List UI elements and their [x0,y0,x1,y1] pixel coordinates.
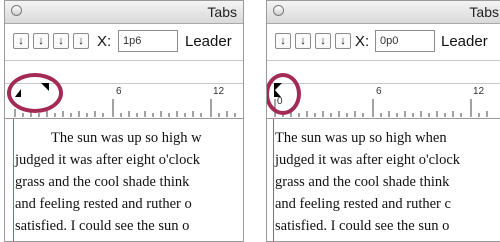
indent-guide-line [273,119,274,241]
x-position-label: X: [97,33,112,50]
tab-ruler[interactable]: 6 12 [5,61,243,121]
leader-label: Leader [441,33,488,50]
leader-label: Leader [185,33,232,50]
text-line: The sun was up so high when [275,130,447,146]
text-line: The sun was up so high w [51,130,202,146]
title-bar: Tabs [267,1,500,24]
sample-text: The sun was up so high when judged it wa… [275,127,500,237]
tabs-panel-before: Tabs ↓ ↓ ↓ ↓ X: 1p6 Leader 6 12 The sun … [4,0,244,242]
x-position-label: X: [355,33,370,50]
left-justified-tab-icon[interactable]: ↓ [275,33,291,49]
highlight-ring [7,73,63,113]
text-line: and feeling rested and ruther o [15,196,192,212]
text-line: satisfied. I could see the sun o [15,218,190,234]
tabs-toolbar: ↓ ↓ ↓ ↓ X: 1p6 Leader [5,24,243,61]
text-line: judged it was after eight o'clock [275,152,461,168]
ruler-number: 6 [116,86,122,97]
text-line: grass and the cool shade think [15,174,190,190]
ruler-number: 12 [473,86,485,97]
center-justified-tab-icon[interactable]: ↓ [33,33,49,49]
close-icon[interactable] [11,5,22,16]
highlight-ring [267,73,301,115]
x-position-input[interactable]: 0p0 [375,30,435,52]
text-line: judged it was after eight o'clock [15,152,201,168]
sample-text: The sun was up so high w judged it was a… [15,127,243,237]
close-icon[interactable] [273,5,284,16]
tabs-toolbar: ↓ ↓ ↓ ↓ X: 0p0 Leader [267,24,500,61]
ruler-number: 6 [376,86,382,97]
panel-title: Tabs [207,4,237,20]
left-justified-tab-icon[interactable]: ↓ [13,33,29,49]
decimal-tab-icon[interactable]: ↓ [73,33,89,49]
panel-title: Tabs [469,4,499,20]
text-line: and feeling rested and ruther c [275,196,451,212]
decimal-tab-icon[interactable]: ↓ [335,33,351,49]
title-bar: Tabs [5,1,243,24]
center-justified-tab-icon[interactable]: ↓ [295,33,311,49]
tabs-panel-after: Tabs ↓ ↓ ↓ ↓ X: 0p0 Leader 0 6 12 The su… [266,0,500,242]
x-position-input[interactable]: 1p6 [118,30,178,52]
ruler-number: 12 [213,86,225,97]
right-justified-tab-icon[interactable]: ↓ [53,33,69,49]
tab-ruler[interactable]: 0 6 12 [267,61,500,121]
right-justified-tab-icon[interactable]: ↓ [315,33,331,49]
indent-guide-line [13,119,14,241]
text-line: grass and the cool shade think [275,174,450,190]
ruler-ticks [274,99,488,117]
text-line: satisfied. I could see the sun o [275,218,450,234]
